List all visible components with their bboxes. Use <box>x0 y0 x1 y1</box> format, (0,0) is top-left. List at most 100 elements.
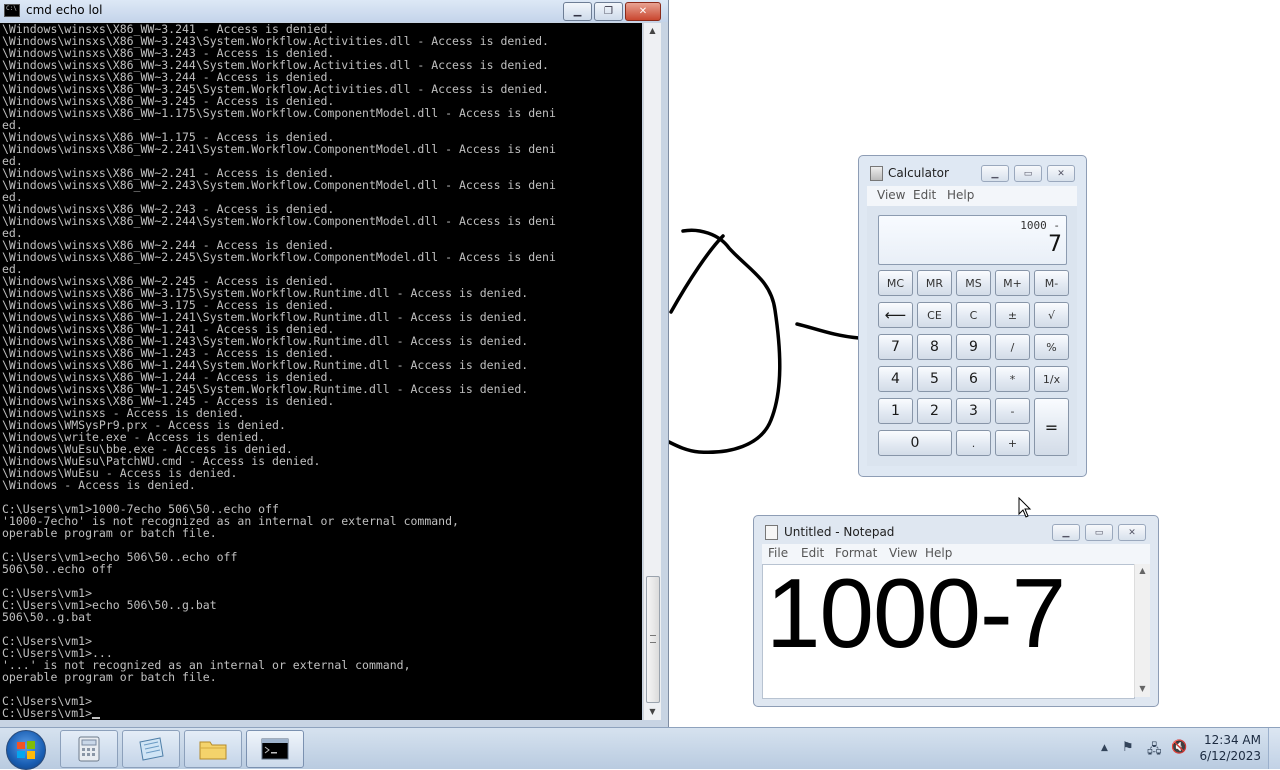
taskbar-explorer[interactable] <box>184 730 242 768</box>
minus-button[interactable]: - <box>995 398 1030 424</box>
scroll-up-icon[interactable]: ▲ <box>644 23 661 39</box>
calculator-icon <box>78 736 100 762</box>
percent-button[interactable]: % <box>1034 334 1069 360</box>
decimal-button[interactable]: . <box>956 430 991 456</box>
windows-logo-icon <box>17 741 35 759</box>
volume-muted-icon[interactable]: 🔇 <box>1171 740 1187 755</box>
key-4[interactable]: 4 <box>878 366 913 392</box>
console-line: \Windows\winsxs\X86_WW~1.175\System.Work… <box>2 106 556 120</box>
text-cursor <box>92 717 101 719</box>
notepad-titlebar[interactable]: Untitled - Notepad ▁ ▭ ✕ <box>754 516 1158 546</box>
divide-button[interactable]: / <box>995 334 1030 360</box>
close-button[interactable]: ✕ <box>625 2 661 21</box>
clock-time: 12:34 AM <box>1204 733 1261 747</box>
notepad-content: 1000-7 <box>766 558 1066 668</box>
close-icon: ✕ <box>638 6 648 17</box>
cmd-icon: C:\ <box>4 4 20 17</box>
action-center-flag-icon[interactable]: ⚑ <box>1122 740 1134 755</box>
file-explorer-icon <box>199 741 227 760</box>
mc-button[interactable]: MC <box>878 270 913 296</box>
key-5[interactable]: 5 <box>917 366 952 392</box>
scroll-up-icon[interactable]: ▲ <box>1135 566 1150 575</box>
show-desktop-button[interactable] <box>1268 728 1280 769</box>
calculator-icon <box>870 166 883 181</box>
np-close-button[interactable]: ✕ <box>1118 524 1146 541</box>
m-plus-button[interactable]: M+ <box>995 270 1030 296</box>
np-maximize-button[interactable]: ▭ <box>1085 524 1113 541</box>
scroll-down-icon[interactable]: ▼ <box>1135 684 1150 693</box>
calculator-menubar: View Edit Help <box>867 186 1077 206</box>
key-2[interactable]: 2 <box>917 398 952 424</box>
cmd-titlebar[interactable]: C:\ cmd echo lol ▁ ❐ ✕ <box>0 0 668 22</box>
console-line: C:\Users\vm1>echo 506\50..g.bat <box>2 598 217 612</box>
console-line: \Windows\winsxs\X86_WW~2.241\System.Work… <box>2 142 556 156</box>
taskbar-clock[interactable]: 12:34 AM 6/12/2023 <box>1195 732 1261 764</box>
menu-help[interactable]: Help <box>947 188 974 202</box>
calc-minimize-button[interactable]: ▁ <box>981 165 1009 182</box>
plus-minus-button[interactable]: ± <box>995 302 1030 328</box>
cmd-console[interactable]: \Windows\winsxs\X86_WW~3.241 - Access is… <box>0 23 642 720</box>
grip-icon <box>650 635 656 643</box>
start-button[interactable] <box>6 730 46 770</box>
np-minimize-button[interactable]: ▁ <box>1052 524 1080 541</box>
m-minus-button[interactable]: M- <box>1034 270 1069 296</box>
sqrt-button[interactable]: √ <box>1034 302 1069 328</box>
close-icon: ✕ <box>1057 168 1065 179</box>
ms-button[interactable]: MS <box>956 270 991 296</box>
calculator-title: Calculator <box>888 166 949 180</box>
scrollbar-thumb[interactable] <box>646 576 660 703</box>
minimize-button[interactable]: ▁ <box>563 2 592 21</box>
cmd-scrollbar[interactable]: ▲ ▼ <box>643 23 661 720</box>
notepad-scrollbar[interactable]: ▲ ▼ <box>1134 564 1150 697</box>
key-9[interactable]: 9 <box>956 334 991 360</box>
key-3[interactable]: 3 <box>956 398 991 424</box>
taskbar-notepad[interactable] <box>122 730 180 768</box>
scroll-down-icon[interactable]: ▼ <box>644 704 661 720</box>
cmd-icon <box>261 738 289 760</box>
equals-button[interactable]: = <box>1034 398 1069 456</box>
minimize-icon: ▁ <box>573 6 582 17</box>
notepad-icon <box>139 737 164 761</box>
console-line: 506\50..echo off <box>2 562 113 576</box>
clear-button[interactable]: C <box>956 302 991 328</box>
multiply-button[interactable]: * <box>995 366 1030 392</box>
maximize-button[interactable]: ❐ <box>594 2 623 21</box>
menu-edit[interactable]: Edit <box>913 188 936 202</box>
menu-view[interactable]: View <box>877 188 905 202</box>
notepad-title: Untitled - Notepad <box>784 525 895 539</box>
show-hidden-icons-icon[interactable]: ▲ <box>1101 743 1108 753</box>
cmd-output: \Windows\winsxs\X86_WW~3.241 - Access is… <box>0 23 642 719</box>
calc-close-button[interactable]: ✕ <box>1047 165 1075 182</box>
calc-maximize-button[interactable]: ▭ <box>1014 165 1042 182</box>
taskbar: ▲ ⚑ 🖧 🔇 12:34 AM 6/12/2023 <box>0 727 1280 770</box>
maximize-icon: ▭ <box>1023 168 1033 179</box>
calculator-display: 1000 - 7 <box>878 215 1067 265</box>
taskbar-calculator[interactable] <box>60 730 118 768</box>
clock-date: 6/12/2023 <box>1199 749 1261 763</box>
ce-button[interactable]: CE <box>917 302 952 328</box>
calculator-value: 7 <box>1048 232 1062 257</box>
minimize-icon: ▁ <box>991 168 999 179</box>
console-line: operable program or batch file. <box>2 670 217 684</box>
taskbar-cmd[interactable] <box>246 730 304 768</box>
cmd-title: cmd echo lol <box>26 3 103 17</box>
console-line: \Windows - Access is denied. <box>2 478 196 492</box>
key-6[interactable]: 6 <box>956 366 991 392</box>
maximize-icon: ▭ <box>1094 527 1104 538</box>
key-8[interactable]: 8 <box>917 334 952 360</box>
mr-button[interactable]: MR <box>917 270 952 296</box>
key-7[interactable]: 7 <box>878 334 913 360</box>
plus-button[interactable]: + <box>995 430 1030 456</box>
backspace-button[interactable]: ⟵ <box>878 302 913 328</box>
network-icon[interactable]: 🖧 <box>1147 740 1162 762</box>
notepad-window: Untitled - Notepad ▁ ▭ ✕ File Edit Forma… <box>753 515 1159 707</box>
notepad-editor[interactable]: 1000-7 <box>762 558 1135 699</box>
console-line: 506\50..g.bat <box>2 610 93 624</box>
calculator-titlebar[interactable]: Calculator ▁ ▭ ✕ <box>859 156 1086 188</box>
reciprocal-button[interactable]: 1/x <box>1034 366 1069 392</box>
key-1[interactable]: 1 <box>878 398 913 424</box>
key-0[interactable]: 0 <box>878 430 952 456</box>
